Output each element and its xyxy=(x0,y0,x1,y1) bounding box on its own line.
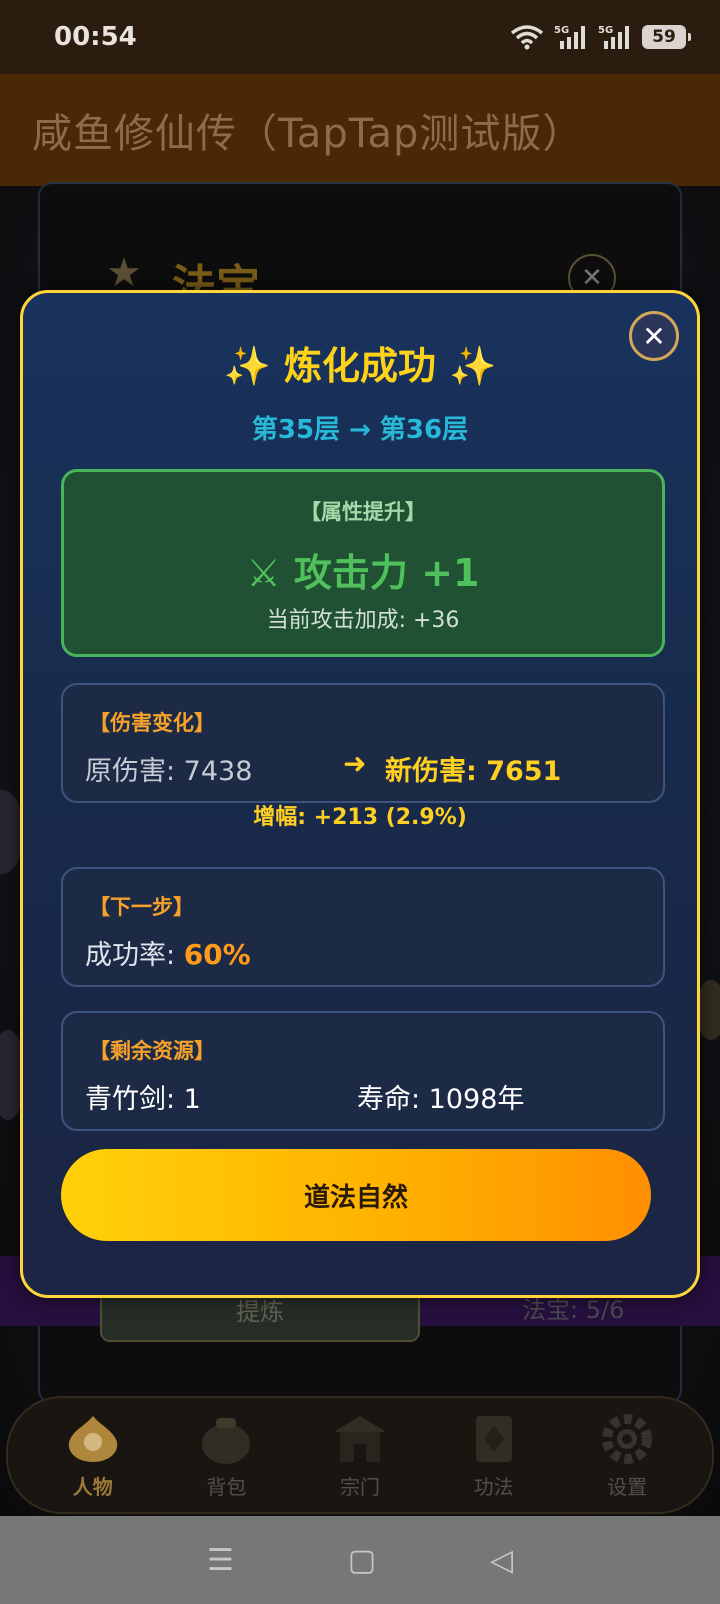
status-time: 00:54 xyxy=(54,22,137,52)
new-damage: 新伤害: 7651 xyxy=(385,756,562,787)
refine-success-dialog: ✕ ✨ 炼化成功 ✨ 第35层 → 第36层 【属性提升】 ⚔ 攻击力 +1 当… xyxy=(20,290,700,1298)
wifi-icon xyxy=(510,25,544,50)
arrow-right-icon: ➜ xyxy=(343,747,367,780)
next-step-header: 【下一步】 xyxy=(89,895,194,919)
android-nav-bar: ☰ ▢ ◁ xyxy=(0,1516,720,1604)
svg-text:5G: 5G xyxy=(554,25,569,36)
menu-icon[interactable]: ☰ xyxy=(207,1543,234,1578)
damage-header: 【伤害变化】 xyxy=(89,711,215,735)
lifespan: 寿命: 1098年 xyxy=(357,1084,525,1115)
attack-increase: ⚔ 攻击力 +1 xyxy=(246,551,480,595)
app-title: 咸鱼修仙传（TapTap测试版） xyxy=(32,111,584,157)
success-rate-label: 成功率: xyxy=(85,940,184,971)
app-header: 咸鱼修仙传（TapTap测试版） xyxy=(0,74,720,186)
resources-card: 【剩余资源】 青竹剑: 1 寿命: 1098年 xyxy=(61,1011,665,1131)
status-icons: 5G 5G 59 xyxy=(510,23,691,51)
sword-count: 青竹剑: 1 xyxy=(85,1084,201,1115)
success-rate-value: 60% xyxy=(183,938,251,971)
damage-card: 【伤害变化】 原伤害: 7438 ➜ 新伤害: 7651 xyxy=(61,683,665,803)
status-bar: 00:54 5G 5G 59 xyxy=(0,0,720,74)
back-icon[interactable]: ◁ xyxy=(490,1543,513,1578)
attribute-header: 【属性提升】 xyxy=(300,500,426,524)
attribute-card: 【属性提升】 ⚔ 攻击力 +1 当前攻击加成: +36 xyxy=(61,469,665,657)
home-icon[interactable]: ▢ xyxy=(348,1543,376,1578)
resources-header: 【剩余资源】 xyxy=(89,1039,215,1063)
battery-icon: 59 xyxy=(642,25,691,49)
signal-5g-icon: 5G xyxy=(554,25,585,49)
confirm-button[interactable]: 道法自然 xyxy=(61,1149,651,1241)
success-rate: 成功率: 60% xyxy=(85,933,251,972)
layer-progress: 第35层 → 第36层 xyxy=(251,415,469,445)
original-damage: 原伤害: 7438 xyxy=(85,756,253,787)
next-step-card: 【下一步】 成功率: 60% xyxy=(61,867,665,987)
signal-5g-icon: 5G xyxy=(598,25,629,49)
damage-increase: 增幅: +213 (2.9%) xyxy=(253,805,467,830)
current-attack-bonus: 当前攻击加成: +36 xyxy=(266,608,460,633)
dialog-title: ✨ 炼化成功 ✨ xyxy=(223,344,497,388)
svg-text:5G: 5G xyxy=(598,25,613,36)
